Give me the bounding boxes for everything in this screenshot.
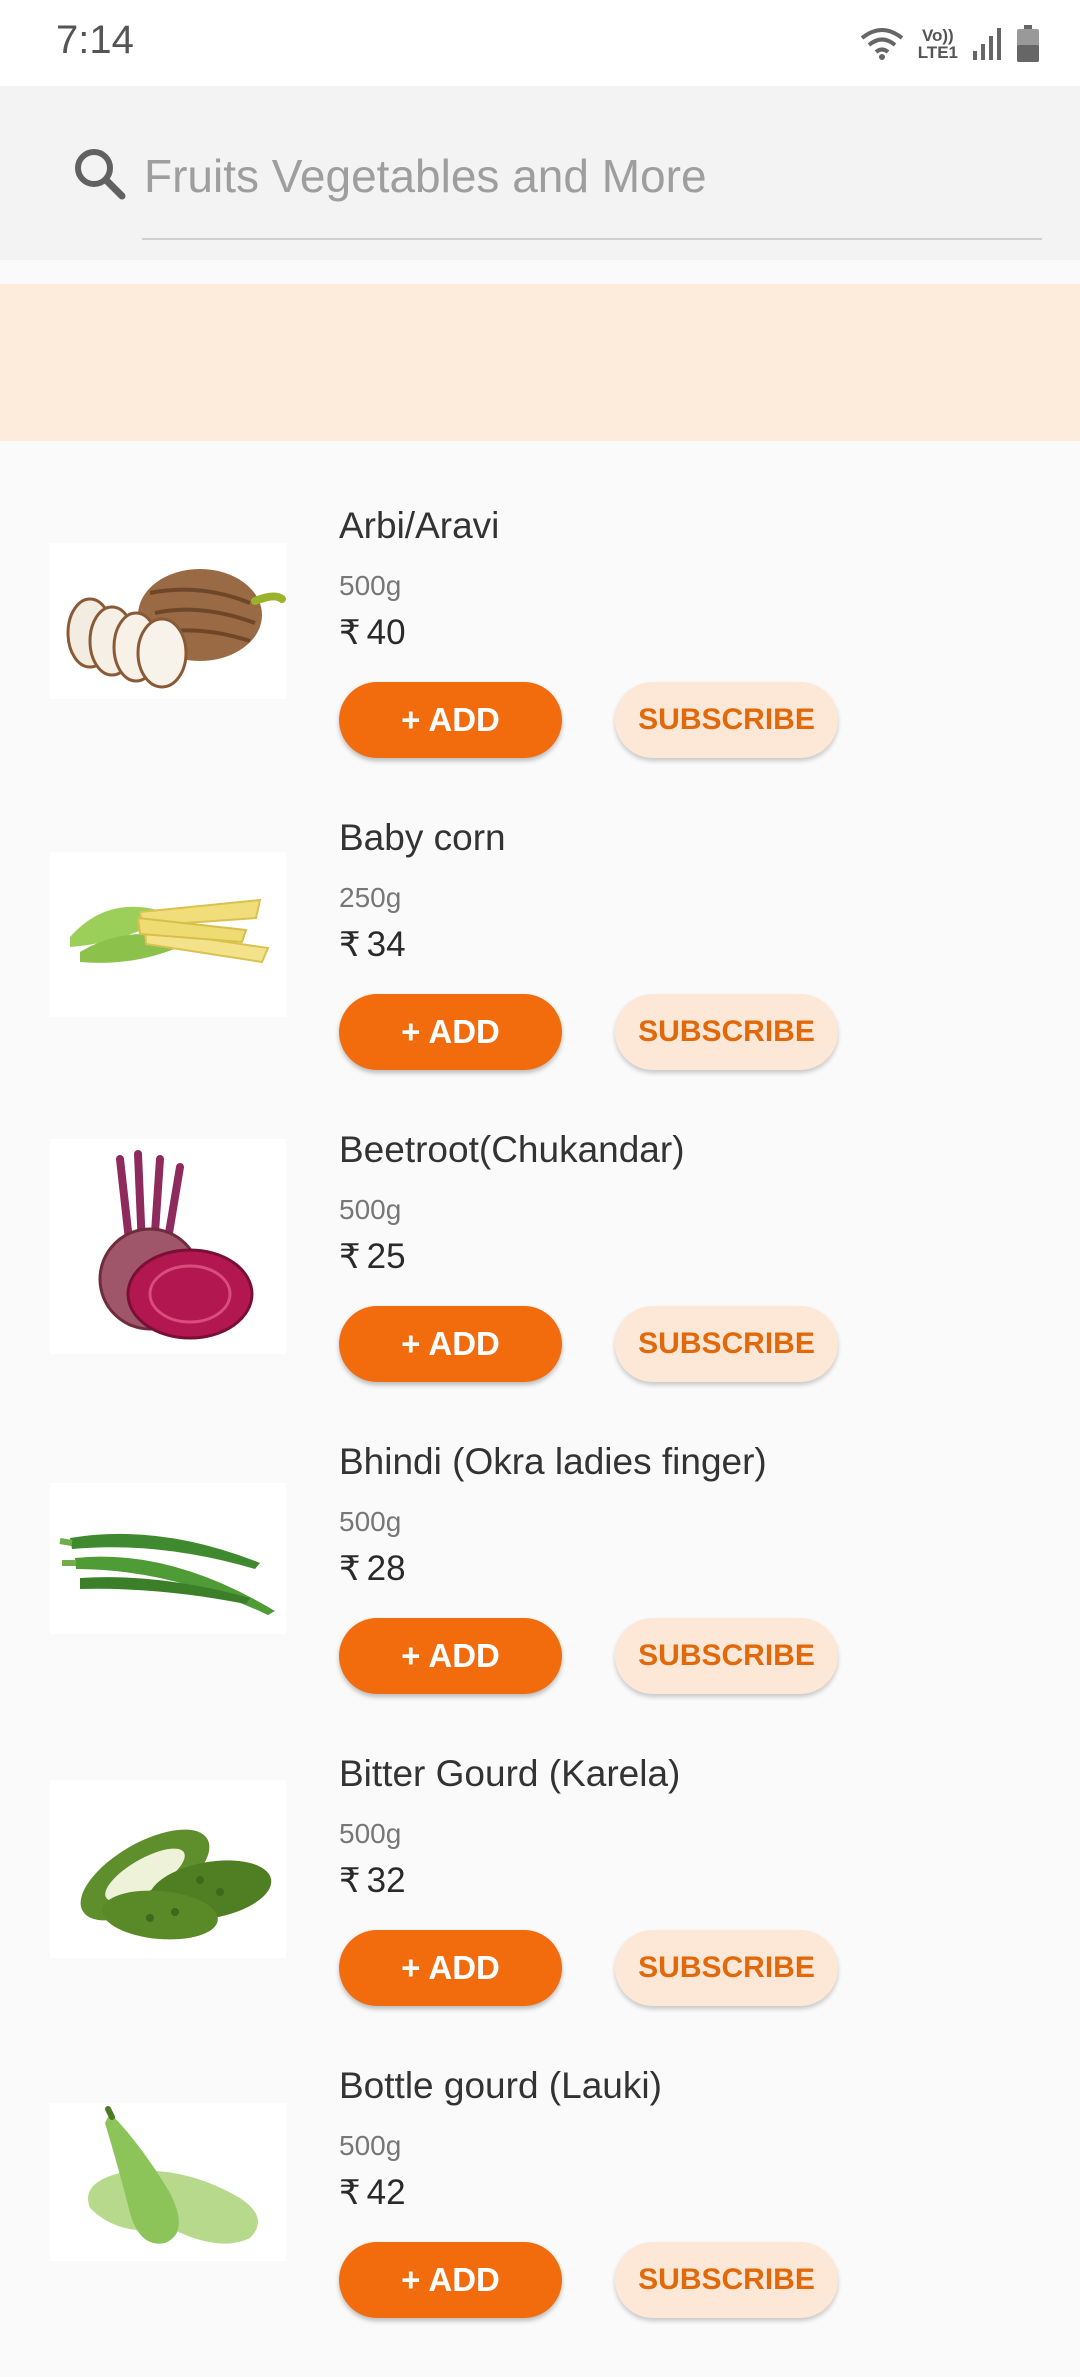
product-image[interactable]: [50, 1483, 286, 1634]
subscribe-button[interactable]: SUBSCRIBE: [615, 1306, 838, 1382]
add-button[interactable]: + ADD: [339, 682, 562, 758]
search-icon[interactable]: [72, 146, 128, 202]
promo-banner[interactable]: [0, 284, 1080, 441]
rupee-icon: ₹: [339, 2174, 361, 2212]
bottle-gourd-image: [88, 2106, 258, 2244]
product-item: Bitter Gourd (Karela) 500g ₹32 + ADD SUB…: [0, 1753, 1080, 2065]
subscribe-button[interactable]: SUBSCRIBE: [615, 682, 838, 758]
product-image[interactable]: [50, 1780, 286, 1958]
product-item: Baby corn 250g ₹34 + ADD SUBSCRIBE: [0, 817, 1080, 1129]
rupee-icon: ₹: [339, 1238, 361, 1276]
lte-indicator: Vo)) LTE1: [917, 26, 958, 62]
product-quantity: 500g: [339, 2130, 402, 2161]
product-item: Bottle gourd (Lauki) 500g ₹42 + ADD SUBS…: [0, 2065, 1080, 2377]
product-price: ₹32: [339, 1861, 406, 1900]
product-price: ₹34: [339, 925, 406, 964]
product-item: Beetroot(Chukandar) 500g ₹25 + ADD SUBSC…: [0, 1129, 1080, 1441]
product-item: Bhindi (Okra ladies finger) 500g ₹28 + A…: [0, 1441, 1080, 1753]
rupee-icon: ₹: [339, 1862, 361, 1900]
status-bar: 7:14 Vo)) LTE1: [0, 0, 1080, 86]
product-image[interactable]: [50, 852, 286, 1017]
product-name: Beetroot(Chukandar): [339, 1129, 685, 1170]
battery-icon: [1017, 25, 1039, 62]
product-price: ₹28: [339, 1549, 406, 1588]
status-icons: Vo)) LTE1: [860, 20, 1040, 68]
add-button[interactable]: + ADD: [339, 1930, 562, 2006]
subscribe-button[interactable]: SUBSCRIBE: [615, 1618, 838, 1694]
add-button[interactable]: + ADD: [339, 2242, 562, 2318]
product-quantity: 500g: [339, 1506, 402, 1537]
beetroot-image: [98, 1150, 254, 1340]
okra-image: [59, 1533, 275, 1615]
product-name: Bottle gourd (Lauki): [339, 2065, 662, 2106]
product-price: ₹40: [339, 613, 406, 652]
product-quantity: 500g: [339, 1818, 402, 1849]
add-button[interactable]: + ADD: [339, 1618, 562, 1694]
product-name: Bhindi (Okra ladies finger): [339, 1441, 767, 1482]
product-name: Baby corn: [339, 817, 506, 858]
rupee-icon: ₹: [339, 614, 361, 652]
add-button[interactable]: + ADD: [339, 1306, 562, 1382]
product-quantity: 500g: [339, 570, 402, 601]
search-underline: [142, 238, 1042, 240]
search-input[interactable]: [142, 140, 1046, 212]
product-name: Arbi/Aravi: [339, 505, 500, 546]
product-price: ₹25: [339, 1237, 406, 1276]
product-image[interactable]: [50, 1139, 286, 1354]
subscribe-button[interactable]: SUBSCRIBE: [615, 994, 838, 1070]
product-price: ₹42: [339, 2173, 406, 2212]
rupee-icon: ₹: [339, 926, 361, 964]
product-image[interactable]: [50, 543, 286, 699]
product-image[interactable]: [50, 2103, 286, 2261]
rupee-icon: ₹: [339, 1550, 361, 1588]
product-name: Bitter Gourd (Karela): [339, 1753, 681, 1794]
subscribe-button[interactable]: SUBSCRIBE: [615, 1930, 838, 2006]
signal-icon: [973, 28, 1001, 60]
search-header: [0, 86, 1080, 260]
baby-corn-image: [70, 898, 270, 964]
bitter-gourd-image: [80, 1829, 272, 1940]
product-quantity: 500g: [339, 1194, 402, 1225]
product-item: Arbi/Aravi 500g ₹40 + ADD SUBSCRIBE: [0, 505, 1080, 817]
subscribe-button[interactable]: SUBSCRIBE: [615, 2242, 838, 2318]
add-button[interactable]: + ADD: [339, 994, 562, 1070]
product-quantity: 250g: [339, 882, 402, 913]
status-time: 7:14: [56, 18, 134, 62]
wifi-icon: [860, 28, 903, 60]
taro-root-image: [66, 569, 286, 689]
